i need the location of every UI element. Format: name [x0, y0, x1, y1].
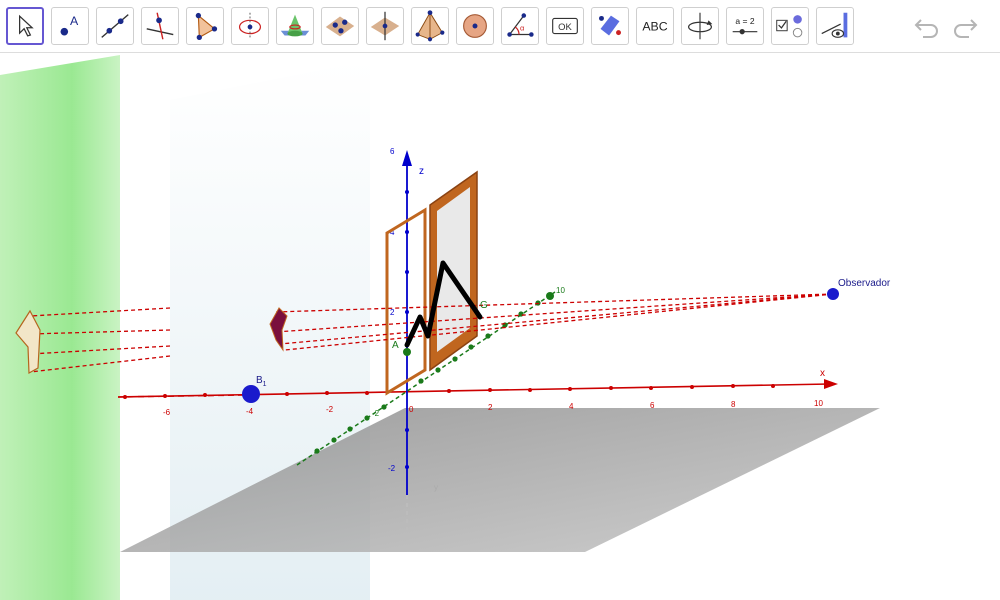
slider-tool-label: a = 2 [735, 16, 754, 26]
sphere-icon [463, 14, 487, 38]
cursor-arrow-icon [19, 14, 34, 37]
perpendicular-plane-icon [370, 11, 400, 41]
polygon-icon [195, 12, 218, 41]
point-tool-label: A [70, 14, 79, 28]
pyramid-tool[interactable] [411, 7, 449, 45]
x-axis-arrow [824, 379, 838, 389]
perpendicular-icon [146, 12, 174, 40]
angle-icon: α [507, 13, 534, 37]
text-icon: ABC [642, 20, 667, 34]
point-tool[interactable]: A [51, 7, 89, 45]
text-tool[interactable]: ABC [636, 7, 674, 45]
reflect-tool[interactable] [591, 7, 629, 45]
observer-point[interactable] [827, 288, 839, 300]
point-icon: A [60, 14, 79, 36]
pyramid-icon [415, 10, 445, 42]
x-tick-label: 2 [488, 403, 493, 412]
x-tick-label: 4 [569, 402, 574, 411]
text-tool-label: ABC [642, 20, 667, 34]
z-axis-arrow [402, 150, 412, 166]
button-tool[interactable]: OK [546, 7, 584, 45]
x-tick-label: 0 [409, 405, 414, 414]
observer-label: Observador [838, 278, 891, 289]
sphere-tool[interactable] [456, 7, 494, 45]
button-icon: OK [552, 17, 578, 35]
y-tick-label: 10 [556, 286, 565, 295]
checkbox-icon [776, 15, 803, 38]
z-tick-label: -2 [388, 464, 396, 473]
point-a[interactable] [403, 348, 411, 356]
y-tick-label: -2 [372, 409, 380, 418]
line-tool[interactable] [96, 7, 134, 45]
line-icon [101, 14, 129, 38]
plane-points-icon [325, 16, 355, 37]
undo-icon[interactable] [912, 12, 942, 40]
circle-axis-tool[interactable] [231, 7, 269, 45]
redo-icon[interactable] [950, 12, 980, 40]
x-tick-label: -6 [163, 408, 171, 417]
intersect-surfaces-tool[interactable] [276, 7, 314, 45]
x-tick-label: 10 [814, 399, 823, 408]
checkbox-tool[interactable] [771, 7, 809, 45]
view-toward-tool[interactable] [816, 7, 854, 45]
view-toward-icon [821, 12, 848, 38]
angle-tool[interactable]: α [501, 7, 539, 45]
point-b1-subscript: 1 [263, 381, 267, 388]
x-tick-label: 6 [650, 401, 655, 410]
y-axis-label: y [434, 483, 438, 492]
perpendicular-plane-tool[interactable] [366, 7, 404, 45]
x-tick-label: -4 [246, 407, 254, 416]
x-tick-label: -2 [326, 405, 334, 414]
z-tick-label: 2 [390, 308, 395, 317]
rotate-view-tool[interactable] [681, 7, 719, 45]
graphics-3d-view[interactable]: x -6 -4 -2 0 2 4 6 8 10 z 6 4 2 -2 -2 10… [0, 53, 1000, 600]
reflect-plane-icon [599, 15, 621, 36]
z-tick-label: 6 [390, 147, 395, 156]
slider-tool[interactable]: a = 2 [726, 7, 764, 45]
rotate-view-icon [688, 12, 713, 40]
button-tool-label: OK [558, 22, 572, 33]
angle-tool-label: α [520, 24, 525, 33]
cone-plane-icon [280, 14, 310, 37]
point-g-label: G [480, 300, 488, 311]
x-axis-label: x [820, 368, 825, 379]
projection-wall [0, 55, 120, 600]
circle-axis-icon [238, 12, 262, 40]
x-tick-label: 8 [731, 400, 736, 409]
z-axis-label: z [419, 166, 424, 177]
point-a-label: A [392, 340, 399, 351]
polygon-tool[interactable] [186, 7, 224, 45]
slider-icon: a = 2 [732, 16, 758, 35]
toolbar: A α OK ABC a = 2 [0, 0, 1000, 53]
plane-three-points-tool[interactable] [321, 7, 359, 45]
perpendicular-line-tool[interactable] [141, 7, 179, 45]
move-tool[interactable] [6, 7, 44, 45]
picture-frame-back [385, 207, 427, 396]
point-b1[interactable] [242, 385, 260, 403]
